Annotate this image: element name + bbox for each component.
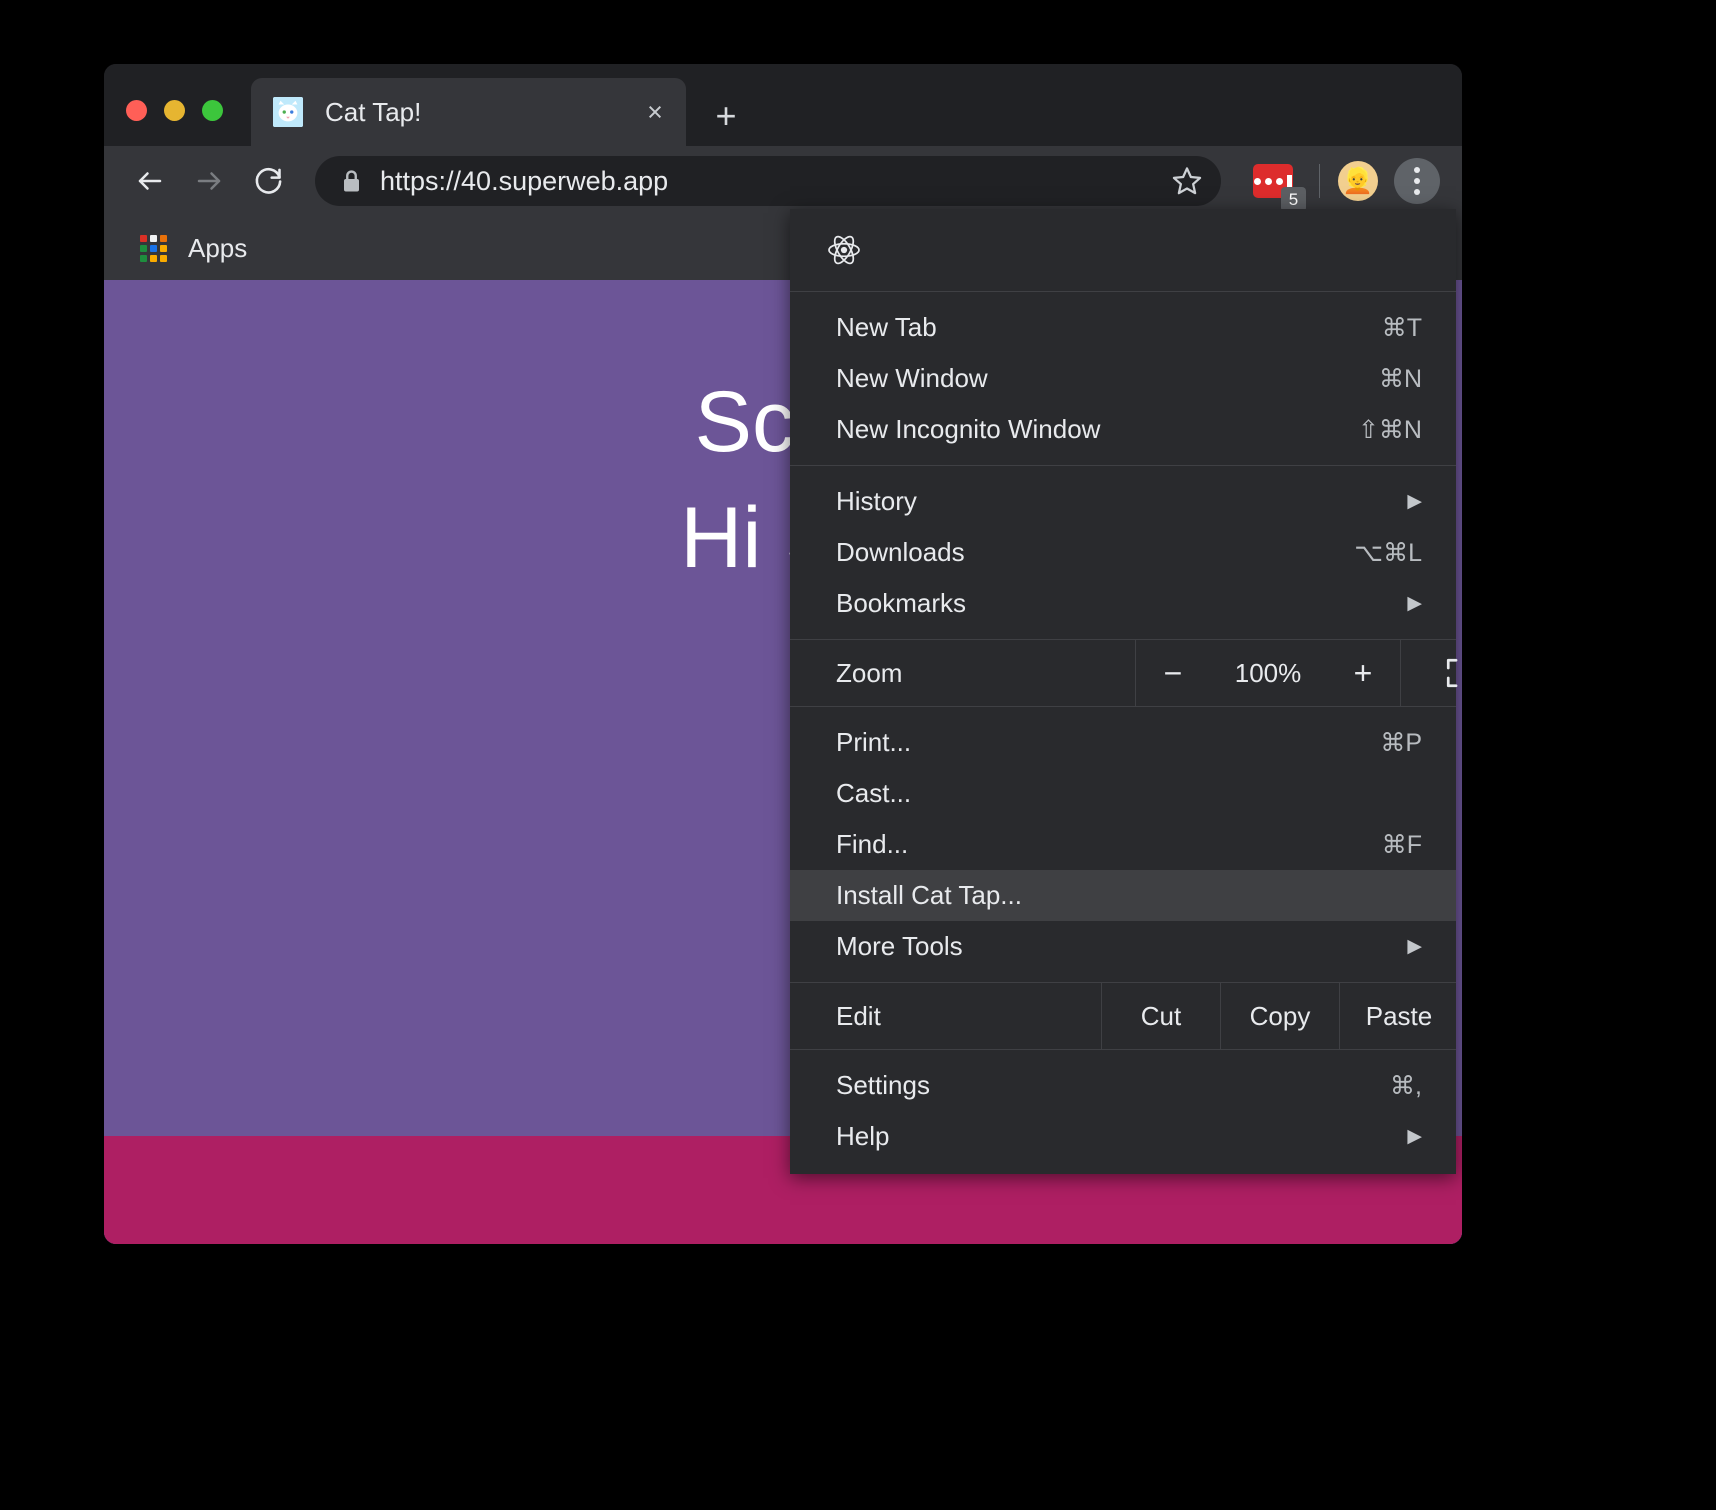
apps-grid-cell (140, 245, 147, 252)
menu-item-label: Bookmarks (836, 588, 967, 618)
extension-dot (1276, 177, 1283, 185)
close-tab-button[interactable]: × (638, 95, 672, 129)
menu-item-label: Downloads (836, 537, 965, 567)
menu-item-label: Install Cat Tap... (836, 880, 1022, 910)
menu-item-history[interactable]: History ▶ (790, 476, 1456, 527)
menu-item-new-tab[interactable]: New Tab ⌘T (790, 302, 1456, 353)
apps-grid-cell (140, 235, 147, 242)
zoom-out-button[interactable]: − (1136, 640, 1210, 706)
tab-cat-tap[interactable]: Cat Tap! × (251, 78, 686, 146)
cat-favicon-icon (273, 97, 303, 127)
url-text: https://40.superweb.app (380, 165, 669, 196)
extension-dot (1265, 177, 1272, 185)
menu-item-new-incognito-window[interactable]: New Incognito Window ⇧⌘N (790, 404, 1456, 455)
menu-item-label: Settings (836, 1070, 930, 1100)
reload-arrow-icon[interactable] (244, 157, 292, 205)
menu-item-install-cat-tap[interactable]: Install Cat Tap... (790, 870, 1456, 921)
menu-group-settings: Settings ⌘, Help ▶ (790, 1050, 1456, 1172)
edit-label: Edit (836, 1000, 881, 1031)
chevron-right-icon: ▶ (1407, 593, 1422, 614)
browser-toolbar: https://40.superweb.app 5 👱 (104, 146, 1462, 216)
apps-grid-cell (150, 235, 157, 242)
menu-item-label: New Incognito Window (836, 414, 1101, 444)
apps-grid-cell (140, 255, 147, 262)
menu-dot (1414, 178, 1420, 184)
menu-extension-header (790, 209, 1456, 291)
menu-item-label: New Tab (836, 312, 937, 342)
menu-item-shortcut: ⌘, (1390, 1071, 1422, 1100)
lock-icon (341, 169, 362, 194)
menu-item-label: Help (836, 1121, 890, 1151)
menu-group-new: New Tab ⌘T New Window ⌘N New Incognito W… (790, 292, 1456, 465)
menu-group-browsing: History ▶ Downloads ⌥⌘L Bookmarks ▶ (790, 466, 1456, 639)
bookmark-star-icon[interactable] (1171, 165, 1203, 197)
address-bar[interactable]: https://40.superweb.app (315, 156, 1221, 206)
browser-window: Cat Tap! × + https://40.superweb.app 5 👱… (104, 64, 1462, 1244)
menu-dot (1414, 167, 1420, 173)
menu-item-label: Cast... (836, 778, 912, 808)
menu-item-bookmarks[interactable]: Bookmarks ▶ (790, 578, 1456, 629)
apps-grid-cell (150, 245, 157, 252)
toolbar-divider (1319, 164, 1320, 198)
extension-icon[interactable]: 5 (1253, 164, 1306, 212)
menu-item-shortcut: ⌘P (1380, 728, 1422, 757)
apps-grid-icon[interactable] (140, 235, 167, 262)
minimize-window-button[interactable] (164, 100, 185, 121)
extension-dot (1254, 177, 1261, 185)
menu-item-label: History (836, 486, 917, 516)
menu-item-label: New Window (836, 363, 988, 393)
copy-button[interactable]: Copy (1221, 983, 1339, 1049)
menu-item-label: Find... (836, 829, 909, 859)
close-window-button[interactable] (126, 100, 147, 121)
apps-grid-cell (150, 255, 157, 262)
chevron-right-icon: ▶ (1407, 1126, 1422, 1147)
menu-item-settings[interactable]: Settings ⌘, (790, 1060, 1456, 1111)
menu-item-shortcut: ⌥⌘L (1354, 538, 1422, 567)
menu-item-shortcut: ⌘F (1381, 830, 1422, 859)
zoom-in-button[interactable]: + (1326, 640, 1400, 706)
avatar[interactable]: 👱 (1338, 161, 1378, 201)
menu-row-edit: Edit Cut Copy Paste (790, 983, 1456, 1049)
tab-title: Cat Tap! (325, 96, 422, 127)
menu-item-label: Print... (836, 727, 912, 757)
menu-item-cast[interactable]: Cast... (790, 768, 1456, 819)
menu-item-downloads[interactable]: Downloads ⌥⌘L (790, 527, 1456, 578)
menu-item-more-tools[interactable]: More Tools ▶ (790, 921, 1456, 972)
menu-item-shortcut: ⌘T (1381, 313, 1422, 342)
menu-item-shortcut: ⌘N (1378, 364, 1422, 393)
menu-item-help[interactable]: Help ▶ (790, 1111, 1456, 1162)
fullscreen-icon[interactable] (1401, 640, 1462, 706)
new-tab-button[interactable]: + (704, 94, 748, 138)
react-atom-icon[interactable] (824, 230, 864, 270)
menu-group-tools: Print... ⌘P Cast... Find... ⌘F Install C… (790, 707, 1456, 982)
cut-button[interactable]: Cut (1102, 983, 1220, 1049)
three-dot-menu-icon[interactable] (1394, 158, 1440, 204)
apps-grid-cell (160, 245, 167, 252)
extension-bar (1287, 174, 1292, 188)
maximize-window-button[interactable] (202, 100, 223, 121)
menu-item-label: More Tools (836, 931, 963, 961)
menu-item-find[interactable]: Find... ⌘F (790, 819, 1456, 870)
back-arrow-icon[interactable] (126, 157, 174, 205)
chevron-right-icon: ▶ (1407, 491, 1422, 512)
forward-arrow-icon[interactable] (185, 157, 233, 205)
menu-dot (1414, 189, 1420, 195)
chrome-main-menu: New Tab ⌘T New Window ⌘N New Incognito W… (790, 209, 1458, 1174)
paste-button[interactable]: Paste (1340, 983, 1458, 1049)
zoom-label: Zoom (836, 657, 903, 688)
tab-strip: Cat Tap! × + (104, 64, 1462, 146)
chevron-right-icon: ▶ (1407, 936, 1422, 957)
menu-item-shortcut: ⇧⌘N (1357, 415, 1422, 444)
menu-item-print[interactable]: Print... ⌘P (790, 717, 1456, 768)
apps-grid-cell (160, 235, 167, 242)
zoom-level-value: 100% (1234, 657, 1302, 688)
menu-item-new-window[interactable]: New Window ⌘N (790, 353, 1456, 404)
apps-grid-cell (160, 255, 167, 262)
menu-row-zoom: Zoom − 100% + (790, 640, 1458, 706)
apps-label[interactable]: Apps (188, 233, 247, 264)
traffic-lights (126, 100, 223, 121)
